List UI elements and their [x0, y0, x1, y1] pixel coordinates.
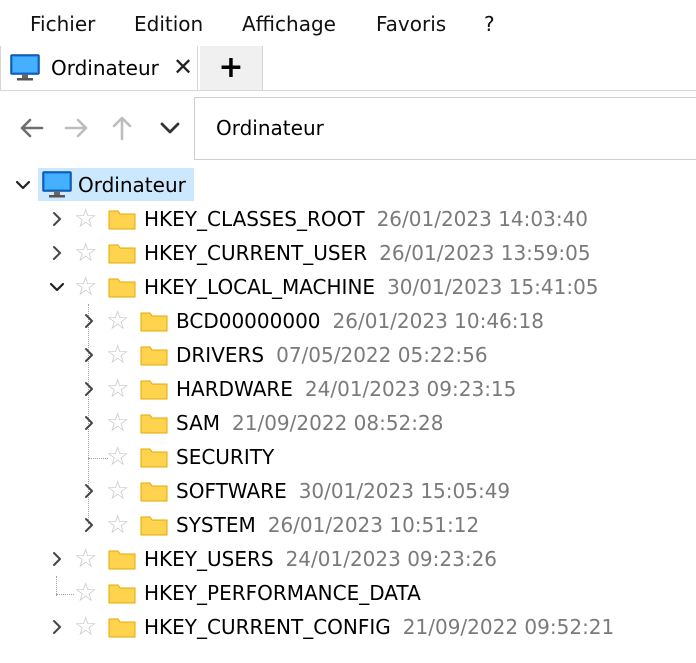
- menu-affichage[interactable]: Affichage: [242, 10, 336, 38]
- tab-ordinateur[interactable]: Ordinateur ✕: [0, 46, 198, 90]
- folder-icon: [140, 378, 168, 400]
- key-name: BCD00000000: [176, 309, 321, 333]
- key-name: SECURITY: [176, 445, 275, 469]
- address-text: Ordinateur: [216, 116, 324, 140]
- tree-row-hive[interactable]: ☆ HKEY_CURRENT_USER 26/01/2023 13:59:05: [0, 236, 696, 270]
- key-name: HKEY_CURRENT_CONFIG: [144, 615, 391, 639]
- chevron-right-icon[interactable]: [48, 618, 66, 636]
- key-name: HKEY_PERFORMANCE_DATA: [144, 581, 421, 605]
- tree-root-label: Ordinateur: [78, 173, 186, 197]
- star-icon[interactable]: ☆: [74, 614, 97, 640]
- star-icon[interactable]: ☆: [74, 580, 97, 606]
- tab-strip: Ordinateur ✕ +: [0, 46, 696, 91]
- key-date: 24/01/2023 09:23:15: [304, 377, 517, 401]
- menu-help[interactable]: ?: [484, 10, 495, 38]
- key-name: HARDWARE: [176, 377, 293, 401]
- chevron-right-icon[interactable]: [80, 380, 98, 398]
- tree-row-subkey[interactable]: ☆ SECURITY: [0, 440, 696, 474]
- star-icon[interactable]: ☆: [106, 512, 129, 538]
- star-icon[interactable]: ☆: [106, 308, 129, 334]
- tree-row-hive[interactable]: ☆ HKEY_CLASSES_ROOT 26/01/2023 14:03:40: [0, 202, 696, 236]
- folder-icon: [108, 276, 136, 298]
- key-date: 26/01/2023 10:46:18: [332, 309, 544, 333]
- star-icon[interactable]: ☆: [74, 546, 97, 572]
- tree-row-subkey[interactable]: ☆ HARDWARE 24/01/2023 09:23:15: [0, 372, 696, 406]
- star-icon[interactable]: ☆: [106, 410, 129, 436]
- folder-icon: [140, 310, 168, 332]
- star-icon[interactable]: ☆: [106, 376, 129, 402]
- menu-bar: Fichier Edition Affichage Favoris ?: [0, 0, 696, 46]
- computer-icon: [42, 171, 72, 203]
- key-date: 21/09/2022 08:52:28: [232, 411, 444, 435]
- folder-icon: [108, 582, 136, 604]
- key-date: 24/01/2023 09:23:26: [285, 547, 498, 571]
- folder-icon: [108, 616, 136, 638]
- menu-fichier[interactable]: Fichier: [30, 10, 95, 38]
- folder-icon: [108, 548, 136, 570]
- folder-icon: [140, 344, 168, 366]
- forward-arrow-icon[interactable]: [62, 114, 90, 142]
- star-icon[interactable]: ☆: [74, 274, 97, 300]
- close-icon[interactable]: ✕: [173, 54, 193, 80]
- chevron-down-icon[interactable]: [48, 278, 66, 296]
- key-name: DRIVERS: [176, 343, 265, 367]
- menu-edition[interactable]: Edition: [134, 10, 203, 38]
- star-icon[interactable]: ☆: [106, 444, 129, 470]
- star-icon[interactable]: ☆: [74, 206, 97, 232]
- tree-row-hive[interactable]: ☆ HKEY_CURRENT_CONFIG 21/09/2022 09:52:21: [0, 610, 696, 644]
- chevron-right-icon[interactable]: [48, 210, 66, 228]
- key-date: 26/01/2023 10:51:12: [267, 513, 480, 537]
- folder-icon: [108, 208, 136, 230]
- key-name: SAM: [176, 411, 221, 435]
- tree-row-hive[interactable]: ☆ HKEY_LOCAL_MACHINE 30/01/2023 15:41:05: [0, 270, 696, 304]
- star-icon[interactable]: ☆: [74, 240, 97, 266]
- key-name: SOFTWARE: [176, 479, 287, 503]
- tree-row-hive[interactable]: ☆ HKEY_USERS 24/01/2023 09:23:26: [0, 542, 696, 576]
- tab-label: Ordinateur: [51, 56, 159, 80]
- key-name: HKEY_USERS: [144, 547, 274, 571]
- computer-icon: [10, 54, 40, 86]
- new-tab-button[interactable]: +: [200, 46, 263, 90]
- key-date: 07/05/2022 05:22:56: [276, 343, 488, 367]
- chevron-right-icon[interactable]: [48, 550, 66, 568]
- folder-icon: [140, 514, 168, 536]
- chevron-right-icon[interactable]: [80, 516, 98, 534]
- folder-icon: [108, 242, 136, 264]
- key-name: HKEY_CLASSES_ROOT: [144, 207, 365, 231]
- tree-row-subkey[interactable]: ☆ SAM 21/09/2022 08:52:28: [0, 406, 696, 440]
- tree-row-subkey[interactable]: ☆ DRIVERS 07/05/2022 05:22:56: [0, 338, 696, 372]
- back-arrow-icon[interactable]: [18, 114, 46, 142]
- chevron-right-icon[interactable]: [48, 244, 66, 262]
- key-date: 30/01/2023 15:41:05: [387, 275, 599, 299]
- chevron-down-icon[interactable]: [14, 176, 32, 194]
- chevron-right-icon[interactable]: [80, 346, 98, 364]
- folder-icon: [140, 446, 168, 468]
- folder-icon: [140, 480, 168, 502]
- star-icon[interactable]: ☆: [106, 478, 129, 504]
- chevron-right-icon[interactable]: [80, 414, 98, 432]
- tree-row-root[interactable]: Ordinateur: [0, 168, 696, 202]
- tree-row-subkey[interactable]: ☆ SYSTEM 26/01/2023 10:51:12: [0, 508, 696, 542]
- key-date: 21/09/2022 09:52:21: [402, 615, 615, 639]
- star-icon[interactable]: ☆: [106, 342, 129, 368]
- chevron-down-icon[interactable]: [156, 114, 184, 142]
- key-name: HKEY_CURRENT_USER: [144, 241, 368, 265]
- up-arrow-icon[interactable]: [108, 114, 136, 142]
- chevron-right-icon[interactable]: [80, 312, 98, 330]
- menu-favoris[interactable]: Favoris: [376, 10, 446, 38]
- key-date: 26/01/2023 13:59:05: [379, 241, 591, 265]
- tree-row-subkey[interactable]: ☆ BCD00000000 26/01/2023 10:46:18: [0, 304, 696, 338]
- folder-icon: [140, 412, 168, 434]
- address-bar[interactable]: Ordinateur: [194, 97, 696, 160]
- tree-row-hive[interactable]: ☆ HKEY_PERFORMANCE_DATA: [0, 576, 696, 610]
- key-name: SYSTEM: [176, 513, 256, 537]
- key-date: 30/01/2023 15:05:49: [298, 479, 511, 503]
- key-name: HKEY_LOCAL_MACHINE: [144, 275, 376, 299]
- tree-row-subkey[interactable]: ☆ SOFTWARE 30/01/2023 15:05:49: [0, 474, 696, 508]
- key-date: 26/01/2023 14:03:40: [376, 207, 589, 231]
- chevron-right-icon[interactable]: [80, 482, 98, 500]
